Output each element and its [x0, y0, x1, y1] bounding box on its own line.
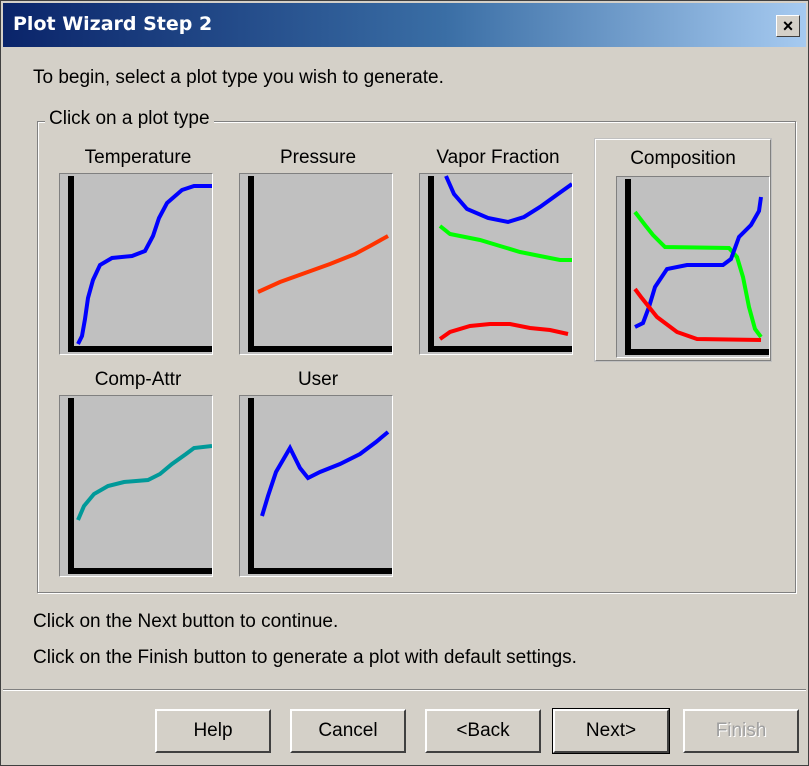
back-button[interactable]: <Back: [425, 709, 541, 753]
plot-type-label: User: [297, 369, 339, 390]
button-separator: [3, 689, 806, 691]
vapor-fraction-thumbnail: [419, 173, 573, 355]
window-title: Plot Wizard Step 2: [13, 13, 213, 35]
title-bar[interactable]: Plot Wizard Step 2 ×: [3, 3, 806, 47]
plot-type-label: Vapor Fraction: [436, 147, 560, 168]
plot-type-user[interactable]: User: [239, 361, 397, 579]
plot-type-label: Composition: [630, 148, 736, 169]
comp-attr-plot-icon: [68, 398, 212, 574]
close-icon: ×: [782, 16, 794, 36]
plot-type-temperature[interactable]: Temperature: [59, 139, 217, 357]
user-plot-icon: [248, 398, 392, 574]
plot-type-label: Temperature: [84, 147, 192, 168]
comp-attr-thumbnail: [59, 395, 213, 577]
pressure-plot-icon: [248, 176, 392, 352]
pressure-thumbnail: [239, 173, 393, 355]
groupbox-legend: Click on a plot type: [45, 108, 214, 130]
temperature-plot-icon: [68, 176, 212, 352]
next-instruction-text: Click on the Next button to continue.: [33, 611, 339, 632]
intro-text: To begin, select a plot type you wish to…: [33, 67, 444, 88]
plot-wizard-dialog: Plot Wizard Step 2 × To begin, select a …: [0, 0, 809, 766]
next-button[interactable]: Next>: [552, 708, 670, 754]
temperature-thumbnail: [59, 173, 213, 355]
finish-instruction-text: Click on the Finish button to generate a…: [33, 647, 577, 668]
close-button[interactable]: ×: [776, 15, 800, 37]
finish-button: Finish: [683, 709, 799, 753]
plot-type-label: Comp-Attr: [94, 369, 182, 390]
composition-thumbnail: [616, 176, 770, 358]
vapor-fraction-plot-icon: [428, 175, 572, 352]
plot-type-vapor-fraction[interactable]: Vapor Fraction: [419, 139, 577, 357]
plot-type-composition[interactable]: Composition: [594, 138, 772, 362]
plot-type-pressure[interactable]: Pressure: [239, 139, 397, 357]
plot-type-comp-attr[interactable]: Comp-Attr: [59, 361, 217, 579]
cancel-button[interactable]: Cancel: [290, 709, 406, 753]
composition-plot-icon: [625, 179, 769, 355]
user-thumbnail: [239, 395, 393, 577]
plot-type-label: Pressure: [279, 147, 357, 168]
help-button[interactable]: Help: [155, 709, 271, 753]
